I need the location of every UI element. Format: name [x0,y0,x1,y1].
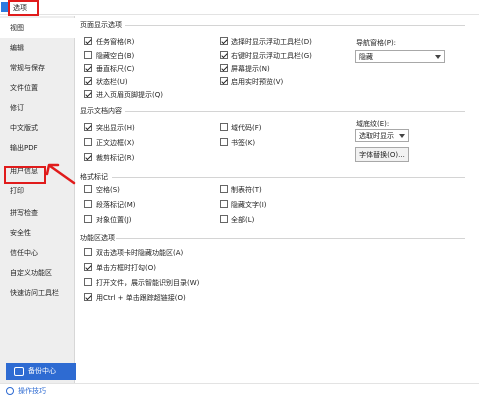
label-field-shading: 域底纹(E): [356,120,390,128]
title-bar: 选项 [0,0,479,16]
label-crop-marks: 裁剪标记(R) [96,154,135,162]
user-info-highlight-box [4,166,46,184]
checkbox-paragraph-marks[interactable] [84,200,92,208]
checkbox-smart-toc[interactable] [84,278,92,286]
label-all-marks: 全部(L) [231,216,255,224]
label-object-anchors: 对象位置(J) [96,216,132,224]
label-screen-tips: 屏幕提示(N) [231,65,270,73]
backup-icon [14,367,24,376]
footer: 操作技巧 [0,383,479,398]
label-paragraph-marks: 段落标记(M) [96,201,136,209]
sidebar-item-print[interactable]: 打印 [0,181,75,201]
sidebar-item-trust-center[interactable]: 信任中心 [0,243,75,263]
checkbox-ctrl-click-link[interactable] [84,293,92,301]
sidebar-item-general-save[interactable]: 常规与保存 [0,58,75,78]
label-nav-pane: 导航窗格(P): [356,39,397,47]
checkbox-highlight[interactable] [84,123,92,131]
checkbox-float-toolbar-select[interactable] [220,37,228,45]
checkbox-spaces[interactable] [84,185,92,193]
tips-icon [6,387,14,395]
nav-pane-select[interactable]: 隐藏 [355,50,445,63]
label-vertical-ruler: 垂直标尺(C) [96,65,135,73]
label-tabs: 制表符(T) [231,186,262,194]
label-bookmarks: 书签(K) [231,139,256,147]
label-header-footer-tip: 进入页眉页脚提示(Q) [96,91,163,99]
sidebar-item-file-location[interactable]: 文件位置 [0,78,75,98]
sidebar-item-customize-ribbon[interactable]: 自定义功能区 [0,263,75,283]
section-divider [116,238,465,239]
label-float-toolbar-rightclick: 右键时显示浮动工具栏(G) [231,52,312,60]
sidebar-item-security[interactable]: 安全性 [0,223,75,243]
label-spaces: 空格(S) [96,186,120,194]
section-title-show-content: 显示文档内容 [80,107,122,115]
checkbox-crop-marks[interactable] [84,153,92,161]
label-field-codes: 域代码(F) [231,124,262,132]
sidebar-item-output-pdf[interactable]: 输出PDF [0,138,75,158]
section-title-format-marks: 格式标记 [80,173,108,181]
label-task-pane: 任务窗格(R) [96,38,135,46]
field-shading-select[interactable]: 选取时显示 [355,129,409,142]
label-click-to-check: 单击方框时打勾(O) [96,264,156,272]
checkbox-screen-tips[interactable] [220,64,228,72]
sidebar-item-revision[interactable]: 修订 [0,98,75,118]
section-divider [125,111,465,112]
chevron-down-icon [399,134,405,138]
checkbox-click-to-check[interactable] [84,263,92,271]
checkbox-field-codes[interactable] [220,123,228,131]
checkbox-task-pane[interactable] [84,37,92,45]
section-divider [125,25,465,26]
checkbox-tabs[interactable] [220,185,228,193]
checkbox-bookmarks[interactable] [220,138,228,146]
label-text-border: 正文边框(X) [96,139,135,147]
sidebar-item-chinese-layout[interactable]: 中文版式 [0,118,75,138]
backup-center-label: 备份中心 [28,367,56,375]
sidebar-item-view[interactable]: 视图 [0,18,75,38]
checkbox-hide-blank[interactable] [84,51,92,59]
label-hidden-text: 隐藏文字(I) [231,201,267,209]
section-title-page-display: 页面显示选项 [80,21,122,29]
backup-center-button[interactable]: 备份中心 [6,363,76,380]
checkbox-object-anchors[interactable] [84,215,92,223]
label-float-toolbar-select: 选择时显示浮动工具栏(D) [231,38,312,46]
checkbox-text-border[interactable] [84,138,92,146]
checkbox-status-bar[interactable] [84,77,92,85]
field-shading-value: 选取时显示 [359,132,394,140]
checkbox-all-marks[interactable] [220,215,228,223]
sidebar: 视图 编辑 常规与保存 文件位置 修订 中文版式 输出PDF 用户信息 打印 拼… [0,16,75,398]
checkbox-vertical-ruler[interactable] [84,64,92,72]
label-smart-toc: 打开文件，展示智能识别目录(W) [96,279,200,287]
sidebar-item-edit[interactable]: 编辑 [0,38,75,58]
tips-link[interactable]: 操作技巧 [18,386,46,396]
label-hide-ribbon-dblclick: 双击选项卡时隐藏功能区(A) [96,249,184,257]
label-status-bar: 状态栏(U) [96,78,128,86]
sidebar-item-quick-access[interactable]: 快速访问工具栏 [0,283,75,303]
label-highlight: 突出显示(H) [96,124,135,132]
label-hide-blank: 隐藏空白(B) [96,52,135,60]
sidebar-item-spellcheck[interactable]: 拼写检查 [0,203,75,223]
chevron-down-icon [435,55,441,59]
label-live-preview: 启用实时预览(V) [231,78,284,86]
checkbox-float-toolbar-rightclick[interactable] [220,51,228,59]
font-replace-button[interactable]: 字体替换(O)... [355,147,409,162]
section-title-ribbon: 功能区选项 [80,234,115,242]
label-ctrl-click-link: 用Ctrl + 单击跟踪超链接(O) [96,294,186,302]
window-title: 选项 [13,4,27,12]
checkbox-header-footer-tip[interactable] [84,90,92,98]
checkbox-hidden-text[interactable] [220,200,228,208]
nav-pane-value: 隐藏 [359,53,373,61]
checkbox-live-preview[interactable] [220,77,228,85]
section-divider [112,177,465,178]
checkbox-hide-ribbon-dblclick[interactable] [84,248,92,256]
